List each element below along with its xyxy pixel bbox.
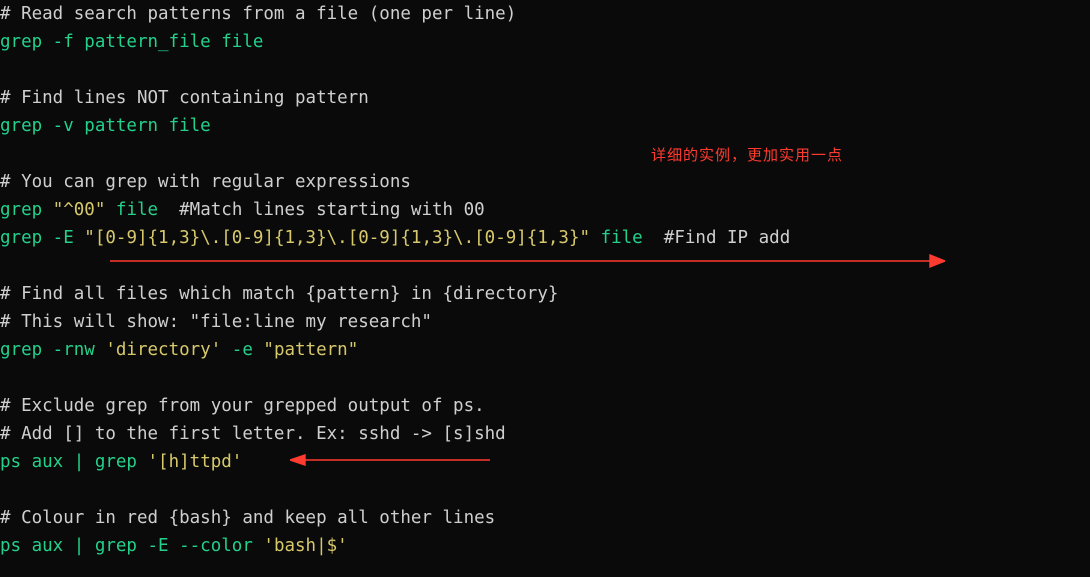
string-literal: 'directory' xyxy=(105,340,221,360)
comment-line: # Colour in red {bash} and keep all othe… xyxy=(0,508,495,528)
comment-line: # Exclude grep from your grepped output … xyxy=(0,396,485,416)
inline-comment: #Find IP add xyxy=(664,228,790,248)
comment-line: # You can grep with regular expressions xyxy=(0,172,411,192)
string-literal: "[0-9]{1,3}\.[0-9]{1,3}\.[0-9]{1,3}\.[0-… xyxy=(84,228,590,248)
inline-comment: #Match lines starting with 00 xyxy=(179,200,485,220)
cmd-line: ps aux | grep '[h]ttpd' xyxy=(0,452,242,472)
annotation-text: 详细的实例，更加实用一点 xyxy=(651,142,843,170)
string-literal: "^00" xyxy=(53,200,106,220)
comment-line: # Read search patterns from a file (one … xyxy=(0,4,516,24)
code-block: # Read search patterns from a file (one … xyxy=(0,0,1090,560)
cmd-line: ps aux | grep -E --color 'bash|$' xyxy=(0,536,348,556)
comment-line: # Add [] to the first letter. Ex: sshd -… xyxy=(0,424,506,444)
string-literal: 'bash|$' xyxy=(263,536,347,556)
cmd-line: grep -f pattern_file file xyxy=(0,32,263,52)
string-literal: "pattern" xyxy=(263,340,358,360)
cmd-line: grep -v pattern file xyxy=(0,116,211,136)
comment-line: # Find lines NOT containing pattern xyxy=(0,88,369,108)
arrow-left-icon xyxy=(290,452,490,468)
cmd-line: grep -E "[0-9]{1,3}\.[0-9]{1,3}\.[0-9]{1… xyxy=(0,228,790,248)
arrow-right-icon xyxy=(110,252,945,270)
string-literal: '[h]ttpd' xyxy=(148,452,243,472)
cmd-line: grep "^00" file #Match lines starting wi… xyxy=(0,200,485,220)
cmd-line: grep -rnw 'directory' -e "pattern" xyxy=(0,340,358,360)
comment-line: # Find all files which match {pattern} i… xyxy=(0,284,558,304)
comment-line: # This will show: "file:line my research… xyxy=(0,312,432,332)
